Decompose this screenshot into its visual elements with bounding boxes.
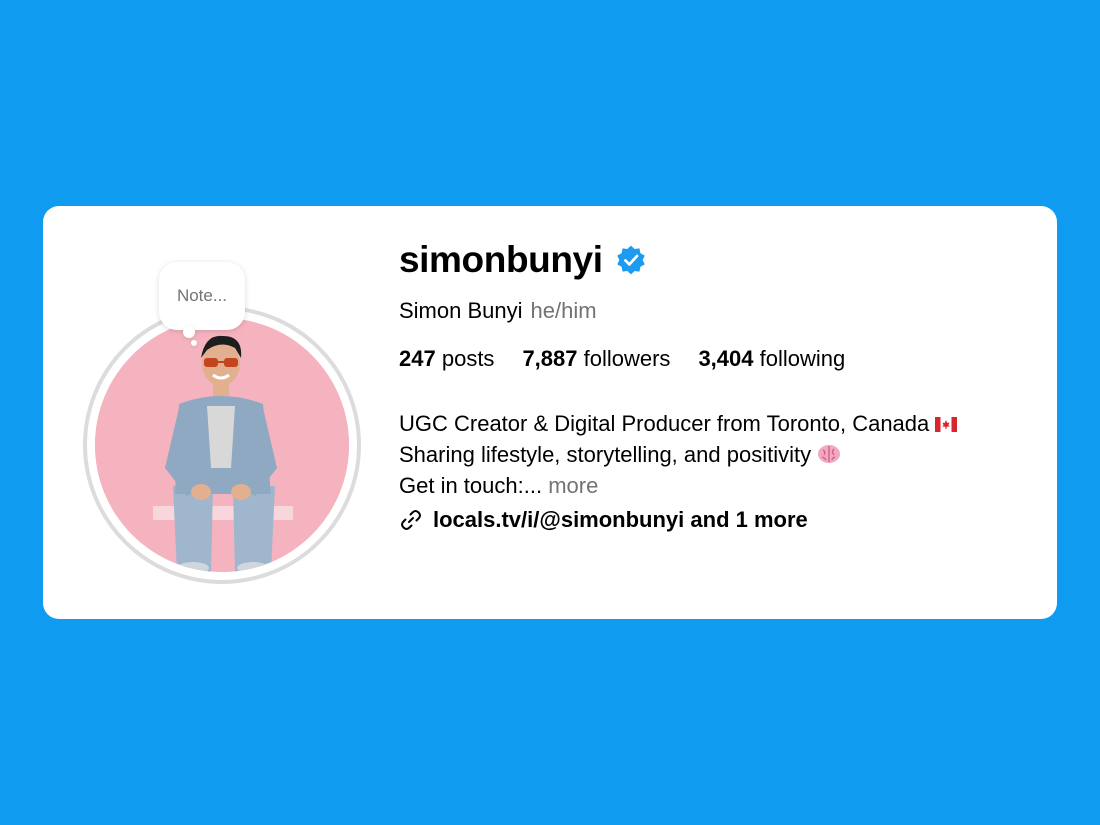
username-row: simonbunyi bbox=[399, 236, 1039, 284]
bio-text: Get in touch:... bbox=[399, 473, 543, 498]
note-bubble-tail-small bbox=[191, 340, 197, 346]
note-bubble[interactable]: Note... bbox=[159, 262, 245, 330]
bio-text: Sharing lifestyle, storytelling, and pos… bbox=[399, 442, 812, 467]
note-placeholder: Note... bbox=[176, 286, 228, 305]
full-name: Simon Bunyi bbox=[399, 298, 523, 323]
stat-value: 247 bbox=[399, 346, 436, 371]
avatar-ring[interactable] bbox=[83, 306, 361, 584]
canada-flag-icon bbox=[935, 417, 958, 432]
profile-info: simonbunyi Simon Bunyi he/him 247 posts 7… bbox=[399, 236, 1039, 533]
username: simonbunyi bbox=[399, 239, 603, 280]
avatar-photo bbox=[95, 318, 349, 572]
profile-link[interactable]: locals.tv/i/@simonbunyi and 1 more bbox=[399, 507, 1039, 533]
link-icon bbox=[401, 510, 421, 530]
stats-row: 247 posts 7,887 followers 3,404 followin… bbox=[399, 346, 1039, 372]
stat-label: following bbox=[759, 346, 846, 371]
stat-value: 7,887 bbox=[522, 346, 578, 371]
stat-following[interactable]: 3,404 following bbox=[698, 346, 845, 372]
verified-badge-icon bbox=[616, 245, 645, 275]
name-row: Simon Bunyi he/him bbox=[399, 298, 1039, 324]
stat-posts[interactable]: 247 posts bbox=[399, 346, 494, 372]
note-bubble-tail bbox=[183, 326, 195, 338]
stat-label: followers bbox=[583, 346, 671, 371]
profile-card: Note... simonbunyi Simon Bunyi he/him 247… bbox=[43, 206, 1057, 619]
bio: UGC Creator & Digital Producer from Toro… bbox=[399, 408, 1039, 501]
bio-line: Get in touch:... more bbox=[399, 470, 1039, 501]
bio-line: Sharing lifestyle, storytelling, and pos… bbox=[399, 439, 1039, 470]
bio-text: UGC Creator & Digital Producer from Toro… bbox=[399, 411, 930, 436]
more-link[interactable]: more bbox=[548, 473, 598, 498]
brain-icon bbox=[818, 445, 841, 463]
avatar[interactable] bbox=[95, 318, 349, 572]
stat-value: 3,404 bbox=[698, 346, 754, 371]
bio-line: UGC Creator & Digital Producer from Toro… bbox=[399, 408, 1039, 439]
stat-followers[interactable]: 7,887 followers bbox=[522, 346, 670, 372]
stat-label: posts bbox=[441, 346, 495, 371]
link-text: locals.tv/i/@simonbunyi and 1 more bbox=[433, 507, 808, 532]
pronouns: he/him bbox=[530, 298, 597, 323]
